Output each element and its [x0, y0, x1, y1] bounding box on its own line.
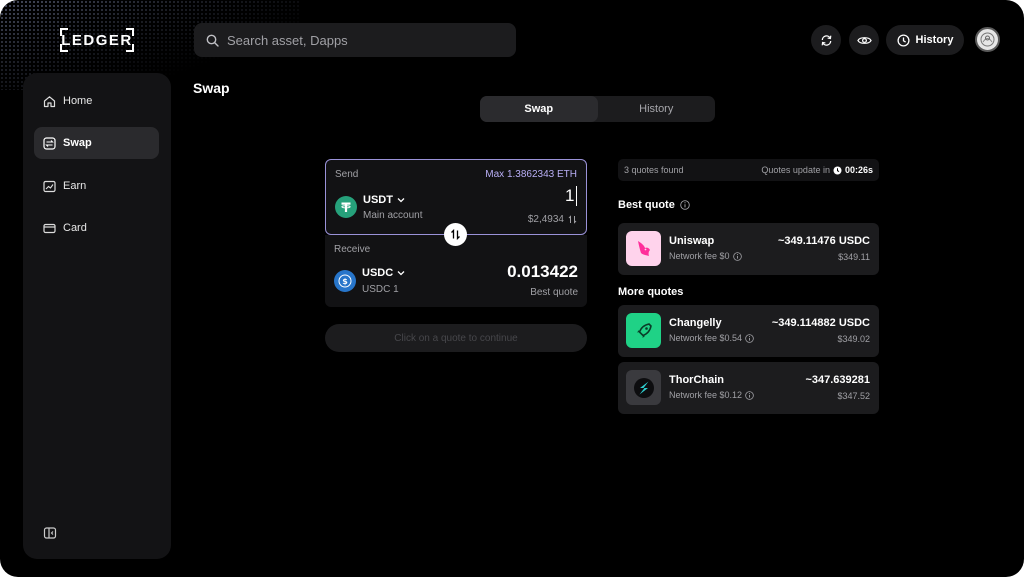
quote-fee-text: Network fee $0.54	[669, 333, 743, 343]
best-quote-note: Best quote	[530, 287, 578, 298]
quote-amount: ~349.11476 USDC	[777, 235, 870, 247]
usdc-icon: $	[334, 270, 356, 292]
history-button-label: History	[915, 34, 954, 46]
svg-text:$: $	[342, 277, 348, 286]
receive-amount: 0.013422	[507, 262, 578, 281]
receive-token-selector[interactable]: USDC	[362, 267, 405, 279]
tab-history[interactable]: History	[598, 96, 716, 122]
continue-button[interactable]: Click on a quote to continue	[325, 324, 587, 352]
search-input[interactable]	[227, 32, 507, 48]
sidebar: Home Swap Earn Card	[23, 73, 171, 559]
avatar-illustration-icon	[980, 32, 995, 47]
switch-currency-icon[interactable]	[568, 215, 577, 224]
tab-label: Swap	[524, 103, 554, 115]
quote-provider-name: Changelly	[669, 317, 722, 329]
more-quotes-title: More quotes	[618, 286, 684, 298]
send-token-selector[interactable]: USDT	[363, 194, 405, 206]
card-icon	[43, 223, 56, 233]
quote-fiat: $347.52	[837, 391, 870, 401]
chevron-down-icon	[397, 198, 405, 203]
send-account: Main account	[363, 210, 423, 221]
quote-fiat: $349.02	[837, 334, 870, 344]
more-quotes-heading: More quotes	[618, 286, 683, 298]
home-icon	[43, 95, 56, 107]
quote-network-fee: Network fee $0	[669, 251, 742, 261]
quote-fee-text: Network fee $0.12	[669, 390, 743, 400]
swap-tabs: Swap History	[480, 96, 715, 122]
quotes-timer: Quotes update in 00:26s	[761, 165, 873, 175]
receive-label: Receive	[334, 244, 371, 255]
sidebar-item-label: Earn	[63, 180, 87, 192]
eye-icon	[856, 36, 872, 44]
sync-button[interactable]	[811, 25, 841, 55]
clock-icon	[833, 166, 842, 174]
avatar[interactable]	[975, 27, 1000, 52]
info-icon[interactable]	[745, 333, 754, 343]
send-fiat-value: $2,4934	[528, 214, 577, 225]
quote-fiat: $349.11	[838, 252, 870, 262]
logo-text: LEDGER	[61, 31, 133, 49]
quotes-status-bar: 3 quotes found Quotes update in 00:26s	[618, 159, 879, 181]
uniswap-icon	[626, 231, 661, 266]
best-quote-title: Best quote	[618, 199, 675, 211]
receive-token-name: USDC	[362, 267, 394, 279]
max-amount-link[interactable]: Max 1.3862343 ETH	[485, 169, 577, 180]
chevron-down-icon	[397, 271, 405, 276]
send-amount-value: 1	[565, 186, 575, 205]
best-quote-heading: Best quote	[618, 199, 690, 211]
sidebar-item-earn[interactable]: Earn	[34, 170, 159, 202]
text-caret	[575, 186, 577, 206]
swap-icon	[43, 136, 56, 150]
sidebar-item-label: Card	[63, 222, 87, 234]
collapse-sidebar-button[interactable]	[43, 526, 57, 540]
info-icon[interactable]	[680, 200, 690, 210]
sidebar-item-home[interactable]: Home	[34, 85, 159, 117]
quotes-update-label: Quotes update in	[761, 165, 830, 175]
sidebar-collapse-icon	[43, 527, 57, 539]
quote-card-changelly[interactable]: Changelly Network fee $0.54 ~349.114882 …	[618, 305, 879, 357]
search-bar[interactable]	[194, 23, 516, 57]
page-title: Swap	[193, 80, 230, 96]
thorchain-icon	[626, 370, 661, 405]
clock-icon	[896, 33, 910, 47]
quote-network-fee: Network fee $0.12	[669, 390, 754, 400]
ledger-logo: LEDGER	[60, 28, 134, 52]
sidebar-item-card[interactable]: Card	[34, 212, 159, 244]
sidebar-item-label: Home	[63, 95, 93, 107]
send-fiat-text: $2,4934	[527, 214, 564, 225]
quote-amount: ~347.639281	[805, 374, 870, 386]
changelly-icon	[626, 313, 661, 348]
app-window: LEDGER History	[0, 0, 1024, 577]
tab-label: History	[639, 103, 674, 115]
quotes-timer-value: 00:26s	[844, 165, 873, 175]
continue-button-label: Click on a quote to continue	[394, 332, 518, 344]
receive-account: USDC 1	[362, 284, 399, 295]
send-token-name: USDT	[363, 194, 393, 206]
refresh-icon	[821, 34, 831, 46]
quote-amount: ~349.114882 USDC	[771, 317, 870, 329]
send-label: Send	[335, 169, 359, 180]
quote-card-thorchain[interactable]: ThorChain Network fee $0.12 ~347.639281 …	[618, 362, 879, 414]
reverse-pair-button[interactable]	[444, 223, 467, 246]
swap-arrows-icon	[451, 229, 460, 240]
quote-provider-name: ThorChain	[669, 374, 724, 386]
info-icon[interactable]	[732, 251, 742, 261]
tab-swap[interactable]: Swap	[480, 96, 598, 122]
quote-fee-text: Network fee $0	[669, 251, 730, 261]
sidebar-item-swap[interactable]: Swap	[34, 127, 159, 159]
info-icon[interactable]	[745, 390, 754, 400]
send-amount-input[interactable]: 1	[565, 186, 577, 206]
quote-provider-name: Uniswap	[669, 235, 715, 247]
quote-card-uniswap[interactable]: Uniswap Network fee $0 ~349.11476 USDC $…	[618, 223, 879, 275]
usdt-icon	[335, 196, 357, 218]
chart-icon	[43, 180, 56, 192]
discreet-mode-button[interactable]	[849, 25, 879, 55]
search-icon	[206, 34, 219, 47]
sidebar-item-label: Swap	[63, 137, 92, 149]
quotes-found: 3 quotes found	[624, 165, 684, 175]
history-button[interactable]: History	[886, 25, 964, 55]
quote-network-fee: Network fee $0.54	[669, 333, 754, 343]
